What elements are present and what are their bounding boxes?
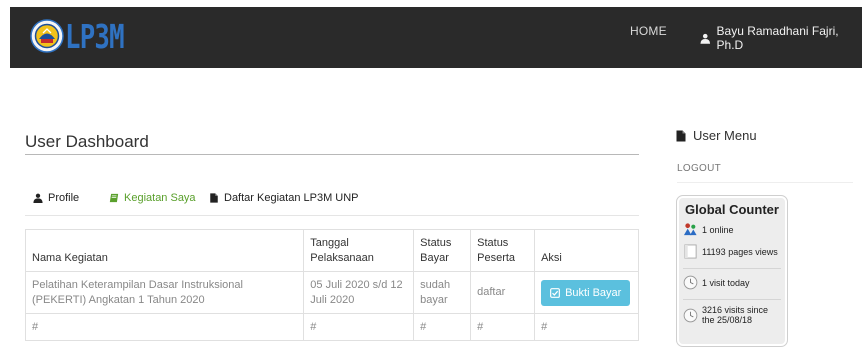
users-online-icon xyxy=(683,223,697,236)
logout-link[interactable]: LOGOUT xyxy=(677,163,853,183)
nav-home-link[interactable]: HOME xyxy=(630,24,667,38)
user-name: Bayu Ramadhani Fajri, Ph.D xyxy=(716,24,839,52)
bukti-bayar-button[interactable]: Bukti Bayar xyxy=(541,279,631,306)
cell-tanggal: 05 Juli 2020 s/d 12 Juli 2020 xyxy=(303,271,415,314)
cell-status-peserta: daftar xyxy=(470,271,536,314)
table-row: Pelatihan Keterampilan Dasar Instruksion… xyxy=(24,271,639,314)
table-row: # # # # # xyxy=(24,313,639,341)
page-icon xyxy=(684,244,697,259)
tab-profile-label: Profile xyxy=(48,192,80,204)
navbar: LP3M HOME Bayu Ramadhani Fajri, Ph.D xyxy=(10,7,862,68)
cell-status-peserta: # xyxy=(470,313,536,341)
file-icon xyxy=(210,193,218,203)
counter-online: 1 online xyxy=(702,224,734,235)
dashboard-tabs: Profile Kegiatan Saya Daftar Kegiatan LP… xyxy=(25,192,639,216)
logo-text: LP3M xyxy=(65,16,125,56)
check-square-icon xyxy=(550,287,560,298)
cell-status-bayar: sudah bayar xyxy=(413,271,472,314)
cell-nama: # xyxy=(24,313,305,341)
cell-aksi: Bukti Bayar xyxy=(534,271,639,314)
user-icon xyxy=(700,33,711,44)
column-header-status-peserta: Status Peserta xyxy=(470,229,536,272)
tab-kegiatan-saya-label: Kegiatan Saya xyxy=(124,192,196,204)
column-header-status-bayar: Status Bayar xyxy=(413,229,472,272)
counter-divider xyxy=(683,299,781,300)
title-divider xyxy=(25,154,639,155)
tab-kegiatan-saya[interactable]: Kegiatan Saya xyxy=(109,192,196,204)
column-header-nama: Nama Kegiatan xyxy=(24,229,305,272)
counter-visits-today: 1 visit today xyxy=(702,277,750,288)
cell-nama: Pelatihan Keterampilan Dasar Instruksion… xyxy=(24,271,305,314)
cell-status-bayar: # xyxy=(413,313,472,341)
nav-user-menu[interactable]: Bayu Ramadhani Fajri, Ph.D xyxy=(700,24,862,52)
counter-online-row: 1 online xyxy=(683,222,781,237)
cell-aksi: # xyxy=(534,313,639,341)
tab-profile[interactable]: Profile xyxy=(33,192,79,204)
column-header-aksi: Aksi xyxy=(534,229,639,272)
unp-emblem-icon xyxy=(30,19,64,53)
book-icon xyxy=(109,193,119,203)
column-header-tanggal: Tanggal Pelaksanaan xyxy=(303,229,415,272)
page-title: User Dashboard xyxy=(25,132,149,151)
clock-icon xyxy=(683,309,698,323)
tab-daftar-kegiatan[interactable]: Daftar Kegiatan LP3M UNP xyxy=(209,192,359,204)
counter-visits-since: 3216 visits since the 25/08/18 xyxy=(702,305,769,325)
cell-tanggal: # xyxy=(303,313,415,341)
clock-icon xyxy=(683,275,698,290)
user-icon xyxy=(33,193,43,203)
counter-title: Global Counter xyxy=(685,202,779,217)
counter-pageviews-row: 11193 pages views xyxy=(683,244,781,259)
counter-divider xyxy=(683,268,781,269)
counter-since-row: 3216 visits since the 25/08/18 xyxy=(683,305,781,326)
bukti-bayar-label: Bukti Bayar xyxy=(565,286,622,299)
user-menu-heading-label: User Menu xyxy=(693,128,757,143)
global-counter-widget: Global Counter 1 online 11193 pages view… xyxy=(676,195,788,347)
kegiatan-table: Nama Kegiatan Tanggal Pelaksanaan Status… xyxy=(24,229,639,341)
file-icon xyxy=(676,130,686,141)
user-menu-heading: User Menu xyxy=(676,128,757,143)
counter-today-row: 1 visit today xyxy=(683,275,781,290)
tab-daftar-kegiatan-label: Daftar Kegiatan LP3M UNP xyxy=(224,192,359,204)
site-logo[interactable]: LP3M xyxy=(30,16,140,56)
table-header-row: Nama Kegiatan Tanggal Pelaksanaan Status… xyxy=(24,229,639,272)
counter-page-views: 11193 pages views xyxy=(702,246,778,257)
